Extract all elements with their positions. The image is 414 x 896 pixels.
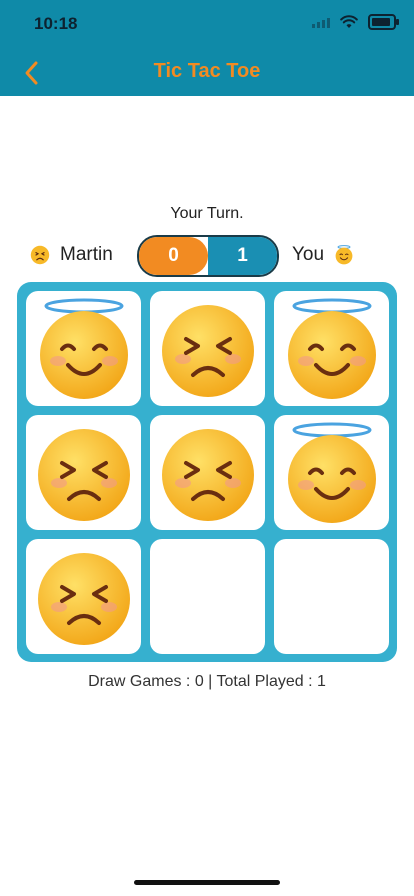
- board-cell-5[interactable]: [150, 415, 265, 530]
- sad-face-icon: [37, 552, 130, 645]
- game-stats: Draw Games : 0 | Total Played : 1: [88, 673, 326, 690]
- player-right-name: You: [292, 244, 325, 265]
- angel-face-icon: [335, 245, 353, 265]
- board-cell-8[interactable]: [150, 539, 265, 654]
- battery-icon: [368, 14, 399, 30]
- board-cell-7[interactable]: [26, 539, 141, 654]
- sad-face-icon: [161, 428, 254, 521]
- board-cell-1[interactable]: [26, 291, 141, 406]
- sad-face-icon: [37, 428, 130, 521]
- angel-face-icon: [287, 422, 376, 523]
- board-cell-9[interactable]: [274, 539, 389, 654]
- game-board: [17, 282, 397, 662]
- sad-face-icon: [161, 304, 254, 397]
- status-time: 10:18: [34, 14, 78, 33]
- player-left: Martin: [30, 240, 113, 270]
- angel-face-icon: [39, 298, 128, 399]
- player-right: You: [292, 240, 354, 270]
- board-cell-3[interactable]: [274, 291, 389, 406]
- board-cell-6[interactable]: [274, 415, 389, 530]
- sad-face-icon: [30, 245, 50, 265]
- page-title: Tic Tac Toe: [153, 60, 261, 82]
- signal-icon: [312, 16, 330, 28]
- player-left-score: 0: [139, 237, 208, 275]
- wifi-icon: [340, 15, 358, 28]
- board-cell-4[interactable]: [26, 415, 141, 530]
- player-left-name: Martin: [60, 244, 113, 265]
- status-icons: [312, 14, 399, 30]
- score-board: 0 1: [137, 235, 279, 277]
- player-right-score: 1: [208, 237, 277, 275]
- turn-indicator: Your Turn.: [170, 205, 244, 222]
- app-header: 10:18 Tic Tac Toe: [0, 0, 414, 96]
- angel-face-icon: [287, 298, 376, 399]
- home-indicator: [134, 880, 280, 885]
- board-cell-2[interactable]: [150, 291, 265, 406]
